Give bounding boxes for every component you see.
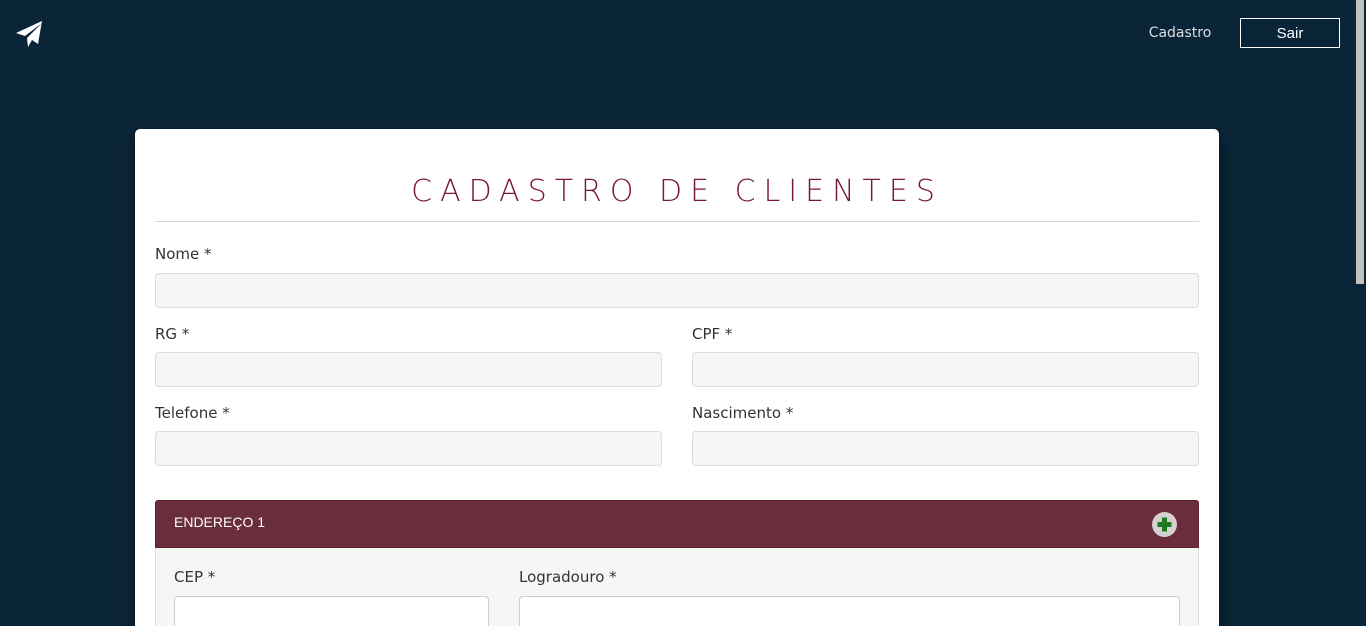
paper-plane-icon[interactable] bbox=[14, 19, 46, 49]
logradouro-label: Logradouro * bbox=[519, 568, 617, 586]
logradouro-input[interactable] bbox=[519, 596, 1180, 626]
nome-input[interactable] bbox=[155, 273, 1199, 308]
rg-input[interactable] bbox=[155, 352, 662, 387]
nome-label: Nome * bbox=[155, 245, 212, 263]
scrollbar-thumb[interactable] bbox=[1356, 0, 1364, 284]
cpf-label: CPF * bbox=[692, 325, 733, 343]
logout-button-label: Sair bbox=[1276, 24, 1304, 42]
nascimento-input[interactable] bbox=[692, 431, 1199, 466]
telefone-input[interactable] bbox=[155, 431, 662, 466]
top-navbar: Cadastro Sair bbox=[0, 0, 1366, 70]
logout-button[interactable]: Sair bbox=[1240, 18, 1340, 48]
cpf-input[interactable] bbox=[692, 352, 1199, 387]
cep-label: CEP * bbox=[174, 568, 216, 586]
nascimento-label: Nascimento * bbox=[692, 404, 794, 422]
nav-link-cadastro[interactable]: Cadastro bbox=[1130, 24, 1230, 42]
page-title: CADASTRO DE CLIENTES bbox=[411, 174, 943, 209]
page: Cadastro Sair CADASTRO DE CLIENTES Nome … bbox=[0, 0, 1366, 626]
rg-label: RG * bbox=[155, 325, 190, 343]
address-panel-title: ENDEREÇO 1 bbox=[174, 514, 266, 530]
cep-input[interactable] bbox=[174, 596, 489, 626]
title-divider bbox=[155, 221, 1199, 222]
telefone-label: Telefone * bbox=[155, 404, 230, 422]
address-panel-header bbox=[155, 500, 1199, 548]
plus-circle-icon[interactable] bbox=[1152, 512, 1177, 537]
